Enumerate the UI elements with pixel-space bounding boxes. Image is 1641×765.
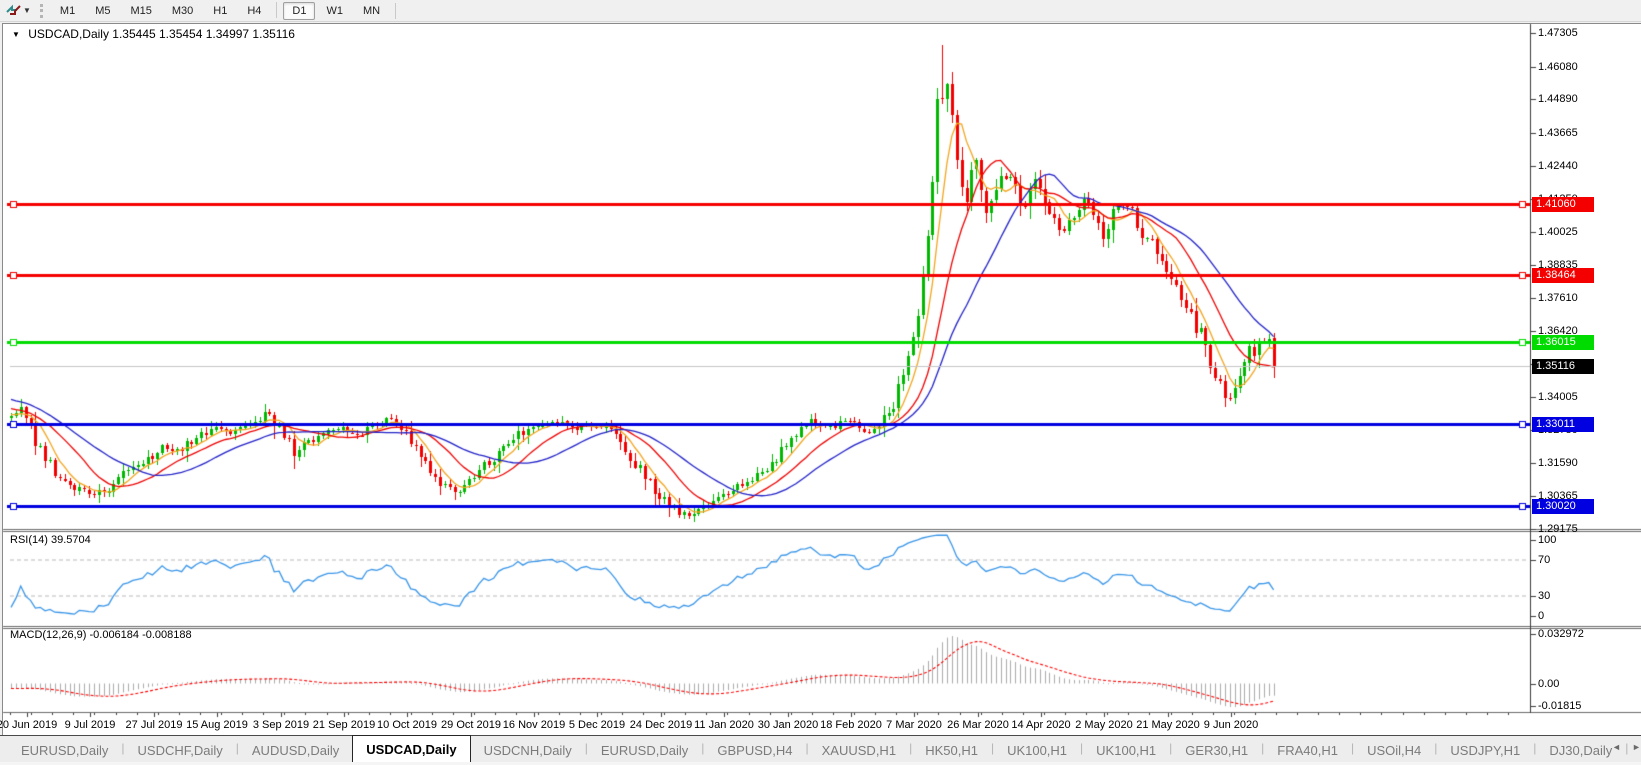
chart-tab-bar: EURUSD,Daily | USDCHF,Daily | AUDUSD,Daily US… bbox=[0, 735, 1641, 762]
macd-axis-tick: -0.01815 bbox=[1538, 700, 1582, 712]
toolbar-separator bbox=[395, 2, 397, 19]
time-axis-label: 5 Dec 2019 bbox=[568, 719, 626, 731]
macd-axis-tick: 0.032972 bbox=[1538, 628, 1584, 640]
tab-eurusd-daily[interactable]: EURUSD,Daily bbox=[8, 738, 121, 762]
time-axis-label: 24 Dec 2019 bbox=[629, 719, 693, 731]
tab-usdcad-daily[interactable]: USDCAD,Daily bbox=[352, 735, 471, 762]
tab-xauusd-h1[interactable]: XAUUSD,H1 bbox=[809, 738, 909, 762]
tab-hk50-h1[interactable]: HK50,H1 bbox=[912, 738, 991, 762]
tab-usoil-h4[interactable]: USOil,H4 bbox=[1354, 738, 1434, 762]
timeframe-button-d1[interactable]: D1 bbox=[283, 1, 316, 20]
tab-eurusd-daily[interactable]: EURUSD,Daily bbox=[588, 738, 701, 762]
time-axis-label: 26 Mar 2020 bbox=[947, 719, 1009, 731]
chart-title: ▼ USDCAD,Daily 1.35445 1.35454 1.34997 1… bbox=[12, 27, 295, 41]
tab-gbpusd-h4[interactable]: GBPUSD,H4 bbox=[704, 738, 805, 762]
timeframe-button-m5[interactable]: M5 bbox=[86, 2, 119, 20]
price-axis-tick: 1.43665 bbox=[1538, 127, 1578, 139]
timeframe-button-m15[interactable]: M15 bbox=[121, 2, 160, 20]
time-axis-label: 15 Aug 2019 bbox=[186, 719, 248, 731]
tab-separator: | bbox=[1625, 740, 1629, 755]
time-axis-label: 21 May 2020 bbox=[1136, 719, 1200, 731]
toolbar-drag-handle[interactable] bbox=[39, 3, 43, 18]
rsi-axis-tick: 100 bbox=[1538, 534, 1557, 546]
time-axis-label: 9 Jun 2020 bbox=[1203, 719, 1259, 731]
rsi-axis-tick: 0 bbox=[1538, 610, 1545, 622]
tab-audusd-daily[interactable]: AUDUSD,Daily bbox=[239, 738, 352, 762]
dropdown-caret-icon[interactable]: ▼ bbox=[23, 6, 31, 15]
price-axis-tick: 1.44890 bbox=[1538, 93, 1578, 105]
tab-uk100-h1[interactable]: UK100,H1 bbox=[994, 738, 1080, 762]
timeframe-button-m1[interactable]: M1 bbox=[51, 2, 84, 20]
rsi-axis-tick: 70 bbox=[1538, 554, 1551, 566]
time-axis-label: 3 Sep 2019 bbox=[252, 719, 310, 731]
price-axis-tick: 1.47305 bbox=[1538, 27, 1578, 39]
timeframe-button-w1[interactable]: W1 bbox=[317, 2, 352, 20]
timeframe-button-mn[interactable]: MN bbox=[354, 2, 389, 20]
price-axis-tick: 1.46080 bbox=[1538, 61, 1578, 73]
price-axis-tick: 1.40025 bbox=[1538, 226, 1578, 238]
tab-usdchf-daily[interactable]: USDCHF,Daily bbox=[125, 738, 236, 762]
tab-ger30-h1[interactable]: GER30,H1 bbox=[1172, 738, 1261, 762]
rsi-name: RSI(14) bbox=[10, 534, 48, 546]
time-axis-label: 20 Jun 2019 bbox=[0, 719, 58, 731]
timeframe-toolbar: ▼ M1 M5 M15 M30 H1 H4 D1 W1 MN bbox=[0, 0, 1641, 22]
time-axis-label: 7 Mar 2020 bbox=[886, 719, 942, 731]
price-axis-tick: 1.37610 bbox=[1538, 292, 1578, 304]
tab-fra40-h1[interactable]: FRA40,H1 bbox=[1264, 738, 1351, 762]
time-axis-label: 16 Nov 2019 bbox=[502, 719, 566, 731]
time-axis-label: 10 Oct 2019 bbox=[377, 719, 437, 731]
rsi-indicator-label: RSI(14) 39.5704 bbox=[10, 534, 91, 546]
time-axis-label: 30 Jan 2020 bbox=[757, 719, 819, 731]
time-axis-label: 21 Sep 2019 bbox=[312, 719, 376, 731]
rsi-axis-tick: 30 bbox=[1538, 590, 1551, 602]
time-axis-label: 14 Apr 2020 bbox=[1011, 719, 1071, 731]
one-click-collapse-icon[interactable]: ▼ bbox=[12, 30, 20, 39]
chart-profiles-icon[interactable] bbox=[3, 3, 23, 19]
price-axis-tick: 1.42440 bbox=[1538, 160, 1578, 172]
timeframe-button-h1[interactable]: H1 bbox=[204, 2, 236, 20]
macd-indicator-label: MACD(12,26,9) -0.006184 -0.008188 bbox=[10, 629, 192, 641]
price-axis-tick: 1.31590 bbox=[1538, 457, 1578, 469]
time-axis-label: 9 Jul 2019 bbox=[64, 719, 116, 731]
tab-usdjpy-h1[interactable]: USDJPY,H1 bbox=[1437, 738, 1533, 762]
macd-values: -0.006184 -0.008188 bbox=[89, 629, 192, 641]
time-axis-label: 11 Jan 2020 bbox=[694, 719, 754, 731]
price-line-label: 1.38464 bbox=[1532, 268, 1594, 283]
current-price-label: 1.35116 bbox=[1532, 359, 1594, 374]
macd-axis-tick: 0.00 bbox=[1538, 678, 1560, 690]
price-line-label: 1.33011 bbox=[1532, 417, 1594, 432]
chart-quote-values: 1.35445 1.35454 1.34997 1.35116 bbox=[112, 27, 295, 41]
chart-symbol-period: USDCAD,Daily bbox=[28, 27, 109, 41]
rsi-value: 39.5704 bbox=[50, 534, 91, 546]
time-axis-label: 18 Feb 2020 bbox=[820, 719, 882, 731]
tab-usdcnh-daily[interactable]: USDCNH,Daily bbox=[471, 738, 585, 762]
macd-name: MACD(12,26,9) bbox=[10, 629, 87, 641]
price-axis-tick: 1.34005 bbox=[1538, 391, 1578, 403]
time-axis-label: 2 May 2020 bbox=[1075, 719, 1133, 731]
price-line-label: 1.30020 bbox=[1532, 499, 1594, 514]
price-line-label: 1.36015 bbox=[1532, 335, 1594, 350]
timeframe-button-m30[interactable]: M30 bbox=[163, 2, 202, 20]
timeframe-buttons: M1 M5 M15 M30 H1 H4 D1 W1 MN bbox=[50, 1, 390, 20]
time-axis-label: 29 Oct 2019 bbox=[441, 719, 501, 731]
tab-uk100-h1[interactable]: UK100,H1 bbox=[1083, 738, 1169, 762]
tab-scroll-left-icon[interactable]: ◄ bbox=[1612, 742, 1621, 752]
tab-scroll-right-icon[interactable]: ► bbox=[1632, 742, 1641, 752]
axis-overlay: 1.473051.460801.448901.436651.424401.412… bbox=[0, 0, 1641, 765]
toolbar-separator bbox=[276, 1, 278, 18]
timeframe-button-h4[interactable]: H4 bbox=[238, 2, 270, 20]
price-line-label: 1.41060 bbox=[1532, 197, 1594, 212]
time-axis-label: 27 Jul 2019 bbox=[125, 719, 183, 731]
